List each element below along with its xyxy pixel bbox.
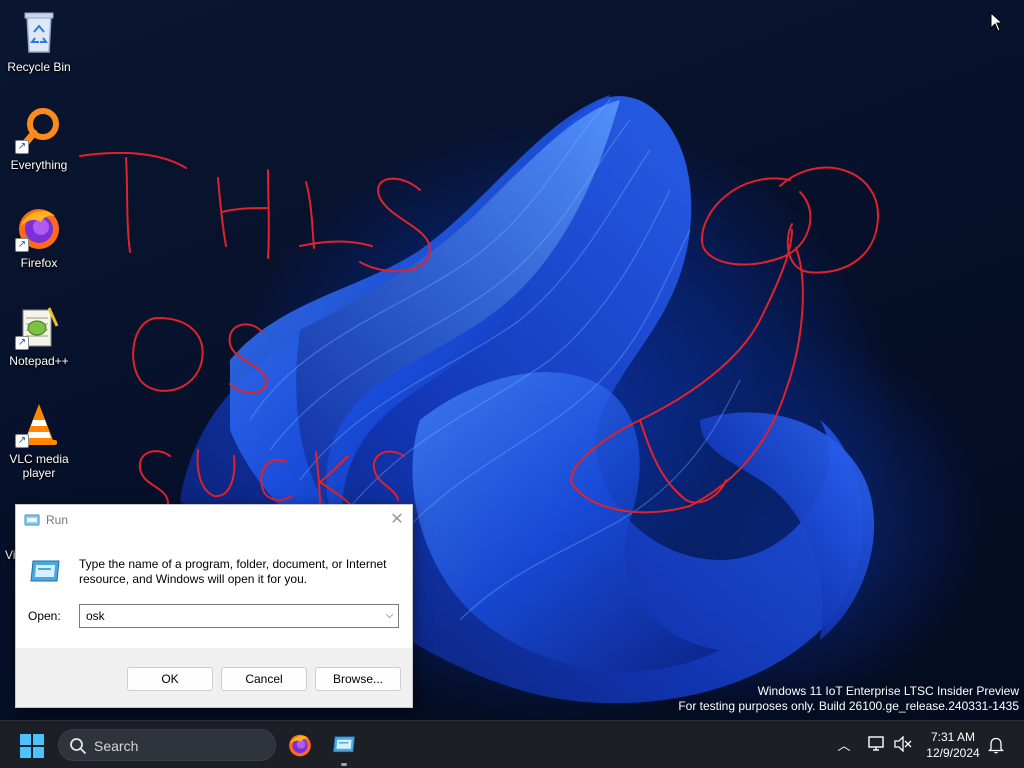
run-dialog-title: Run bbox=[46, 513, 69, 527]
desktop-icon-label: Everything bbox=[10, 158, 68, 172]
run-dialog-body: Type the name of a program, folder, docu… bbox=[16, 535, 412, 648]
taskbar: Search ︿ 7:31 AM 12/9/2024 bbox=[0, 720, 1024, 768]
shortcut-arrow-icon: ↗ bbox=[15, 336, 29, 350]
run-icon[interactable] bbox=[332, 733, 356, 757]
windows-logo-icon bbox=[20, 734, 31, 745]
shortcut-arrow-icon: ↗ bbox=[15, 238, 29, 252]
network-icon[interactable] bbox=[868, 736, 886, 752]
run-dialog: Run ✕ Type the name of a program, folder… bbox=[15, 504, 413, 708]
partial-desktop-icon-label: Vi bbox=[5, 548, 16, 562]
shortcut-arrow-icon: ↗ bbox=[15, 434, 29, 448]
shortcut-arrow-icon: ↗ bbox=[15, 140, 29, 154]
recycle-bin-icon bbox=[15, 8, 63, 56]
taskbar-clock[interactable]: 7:31 AM 12/9/2024 bbox=[918, 729, 988, 761]
firefox-icon: ↗ bbox=[15, 204, 63, 252]
desktop-icon-recycle-bin[interactable]: Recycle Bin bbox=[0, 2, 78, 92]
everything-search-icon: ↗ bbox=[15, 106, 63, 154]
desktop-icon-label: Recycle Bin bbox=[7, 60, 71, 74]
clock-date: 12/9/2024 bbox=[926, 746, 980, 760]
taskbar-search-box[interactable]: Search bbox=[58, 729, 276, 761]
ok-button[interactable]: OK bbox=[127, 667, 213, 691]
run-dialog-description: Type the name of a program, folder, docu… bbox=[79, 557, 387, 586]
watermark-line-1: Windows 11 IoT Enterprise LTSC Insider P… bbox=[757, 684, 1019, 698]
run-dialog-titlebar[interactable]: Run bbox=[16, 505, 412, 535]
notepad-plus-plus-icon: ↗ bbox=[15, 302, 63, 350]
chevron-down-icon[interactable]: ⌵ bbox=[381, 605, 398, 627]
clock-time: 7:31 AM bbox=[930, 730, 976, 744]
cancel-button[interactable]: Cancel bbox=[221, 667, 307, 691]
firefox-icon[interactable] bbox=[287, 732, 313, 758]
start-button[interactable] bbox=[20, 734, 44, 758]
search-icon bbox=[70, 738, 86, 754]
mouse-cursor-icon bbox=[990, 12, 1004, 32]
desktop-icon-vlc[interactable]: ↗ VLC media player bbox=[0, 394, 78, 484]
close-icon[interactable]: ✕ bbox=[386, 509, 408, 531]
vlc-icon: ↗ bbox=[15, 400, 63, 448]
desktop-icon-label: VLC media player bbox=[9, 452, 69, 480]
desktop-icon-notepad-plus-plus[interactable]: ↗ Notepad++ bbox=[0, 296, 78, 386]
open-label: Open: bbox=[28, 609, 61, 623]
volume-muted-icon[interactable] bbox=[894, 736, 912, 752]
desktop-icon-label: Firefox bbox=[20, 256, 58, 270]
run-title-icon bbox=[24, 514, 40, 526]
browse-button[interactable]: Browse... bbox=[315, 667, 401, 691]
run-program-icon bbox=[30, 560, 60, 582]
watermark-line-2: For testing purposes only. Build 26100.g… bbox=[678, 699, 1019, 713]
windows-build-watermark: Windows 11 IoT Enterprise LTSC Insider P… bbox=[678, 684, 1019, 714]
desktop-icon-everything[interactable]: ↗ Everything bbox=[0, 100, 78, 190]
search-placeholder: Search bbox=[94, 738, 139, 754]
running-app-indicator bbox=[341, 763, 347, 766]
open-command-input[interactable]: osk bbox=[79, 604, 399, 628]
desktop-icon-firefox[interactable]: ↗ Firefox bbox=[0, 198, 78, 288]
chevron-up-icon[interactable]: ︿ bbox=[836, 735, 852, 753]
notification-bell-icon[interactable] bbox=[988, 736, 1004, 754]
desktop-icon-label: Notepad++ bbox=[9, 354, 69, 368]
